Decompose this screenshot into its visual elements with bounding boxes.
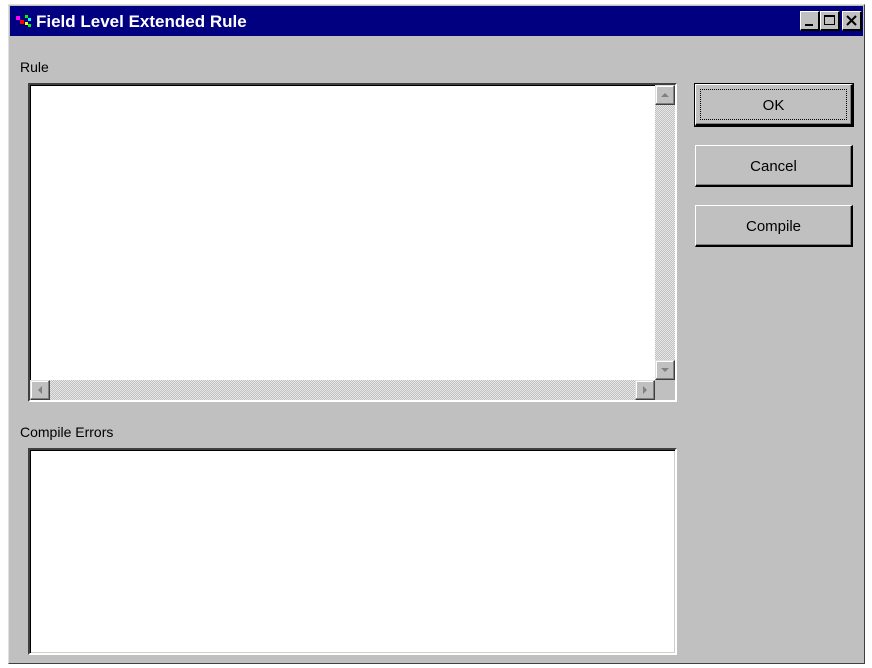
scroll-down-button[interactable]	[655, 360, 675, 380]
scroll-up-button[interactable]	[655, 85, 675, 105]
arrow-right-icon	[643, 386, 647, 394]
arrow-up-icon	[661, 93, 669, 97]
scrollbar-corner	[655, 380, 675, 400]
ok-button-label: OK	[762, 97, 785, 114]
rule-textarea[interactable]	[28, 83, 677, 402]
minimize-icon	[805, 24, 813, 26]
scroll-left-button[interactable]	[30, 380, 50, 400]
minimize-button[interactable]	[800, 11, 820, 31]
window-title: Field Level Extended Rule	[36, 12, 247, 31]
arrow-down-icon	[661, 368, 669, 372]
app-icon	[16, 14, 32, 28]
scroll-right-button[interactable]	[635, 380, 655, 400]
close-button[interactable]	[842, 11, 862, 31]
close-icon	[846, 15, 857, 26]
dialog-window: Field Level Extended Rule Rule Compile E…	[8, 4, 865, 664]
rule-label: Rule	[20, 59, 49, 75]
compile-button[interactable]: Compile	[695, 205, 853, 247]
rule-horizontal-scrollbar[interactable]	[30, 380, 655, 400]
maximize-button[interactable]	[820, 11, 840, 31]
compile-button-label: Compile	[745, 218, 802, 235]
cancel-button-label: Cancel	[750, 158, 797, 175]
rule-vertical-scrollbar[interactable]	[655, 85, 675, 380]
title-bar[interactable]: Field Level Extended Rule	[10, 6, 863, 36]
arrow-left-icon	[38, 386, 42, 394]
ok-button[interactable]: OK	[694, 83, 854, 127]
cancel-button[interactable]: Cancel	[695, 145, 853, 187]
compile-errors-label: Compile Errors	[20, 424, 114, 440]
maximize-icon	[824, 15, 835, 25]
compile-errors-textarea[interactable]	[28, 448, 677, 655]
